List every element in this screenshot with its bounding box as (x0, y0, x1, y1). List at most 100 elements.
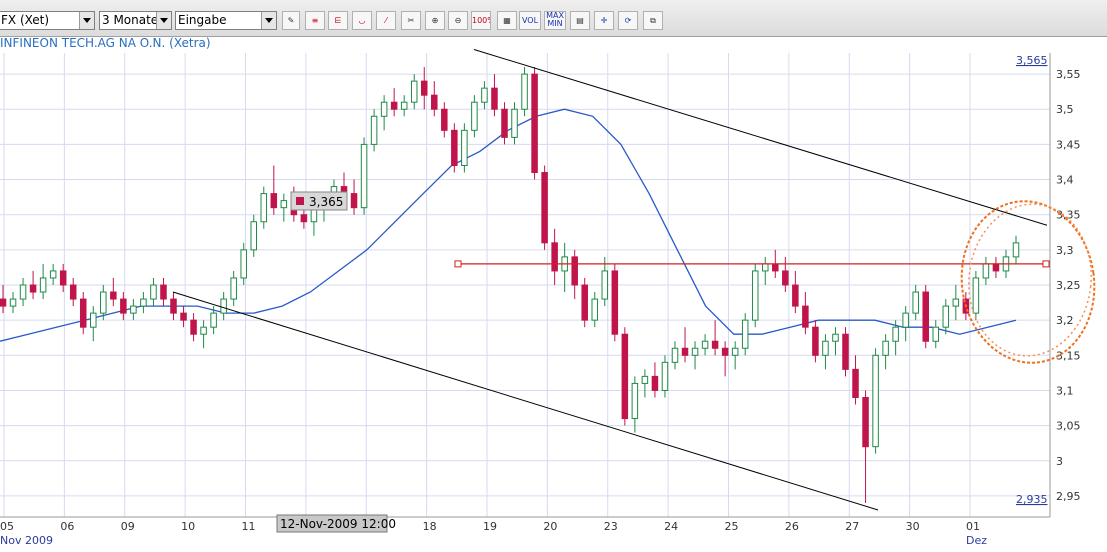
zoom-out-icon[interactable]: ⊖ (448, 11, 468, 30)
fib-arc-icon[interactable]: ◡ (352, 11, 372, 30)
candle-body (380, 101, 388, 117)
x-tick-label: 09 (121, 520, 135, 533)
cursor-date-label: 12-Nov-2009 12:00 (280, 517, 396, 531)
candle-body (210, 312, 217, 328)
candle (581, 277, 588, 328)
x-tick-label: 05 (0, 520, 14, 533)
min-label: MIN (547, 19, 563, 28)
candle-body (862, 396, 869, 448)
x-tick-label: 01 (966, 520, 980, 533)
candle-body (160, 284, 167, 300)
x-tick-label: 26 (785, 520, 799, 533)
candle-body (400, 101, 408, 110)
candle-body (370, 115, 378, 145)
candle-body (69, 284, 77, 300)
candle-body (260, 193, 268, 223)
candle-body (731, 347, 739, 356)
candle-body (842, 333, 849, 370)
cross-icon[interactable]: ✂ (401, 11, 421, 30)
candle-body (812, 326, 819, 356)
fib-time-icon[interactable]: ⁄ (376, 11, 396, 30)
stock-chart[interactable]: INFINEON TECH.AG NA O.N. (Xetra) 2,95 3 3,… (0, 36, 1107, 552)
candle-body (822, 340, 829, 356)
y-tick-label: 3,3 (1056, 244, 1074, 257)
candle-body (882, 340, 889, 356)
mode-select-value: Eingabe (178, 13, 227, 27)
candle-body (39, 277, 47, 293)
chart-title: INFINEON TECH.AG NA O.N. (Xetra) (0, 36, 211, 50)
maxmin-icon[interactable]: MAX MIN (544, 11, 566, 30)
x-tick-label: 11 (242, 520, 256, 533)
candle-body (661, 361, 669, 391)
candle-body (501, 108, 508, 138)
candle-body (521, 73, 528, 110)
candle (621, 327, 629, 426)
candle-body (772, 263, 779, 272)
candle-body (621, 333, 629, 420)
pencil-icon[interactable]: ✎ (282, 11, 300, 30)
candle-body (892, 326, 899, 342)
candle-body (751, 270, 759, 321)
candle-body (390, 101, 398, 110)
candle-body (240, 249, 247, 279)
candle-body (681, 347, 689, 356)
x-tick-label: 10 (181, 520, 195, 533)
candle-body (49, 270, 57, 279)
candle-body (872, 354, 879, 448)
candle-body (1012, 242, 1020, 258)
candle-body (280, 200, 288, 209)
volume-icon[interactable]: VOL (519, 11, 541, 30)
candle-body (922, 291, 929, 342)
cursor-value-tooltip: 3,365 (290, 191, 348, 211)
candle-body (300, 214, 308, 223)
candle-body (832, 333, 839, 342)
candle-body (761, 263, 769, 272)
toolbar: FX (Xet) 3 Monate Eingabe ✎ ≡ ⋿ ◡ ⁄ ✂ ⊕ … (0, 0, 1107, 37)
candle-body (461, 129, 468, 166)
zoom-100-icon[interactable]: 100% (471, 11, 491, 30)
candle-body (711, 340, 719, 349)
candle (461, 123, 468, 173)
y-tick-label: 3,4 (1056, 174, 1074, 187)
candle-body (350, 193, 358, 209)
candle-body (360, 143, 368, 209)
candle-body (420, 80, 428, 96)
fib-lines-icon[interactable]: ≡ (305, 11, 325, 30)
y-tick-label: 3,1 (1056, 384, 1074, 397)
y-tick-label: 3,2 (1056, 314, 1074, 327)
candle-body (701, 340, 709, 349)
note-icon[interactable]: ▤ (570, 11, 590, 30)
cursor-date-tooltip: 12-Nov-2009 12:00 (276, 514, 396, 533)
mode-select[interactable]: Eingabe (175, 11, 277, 30)
refresh-icon[interactable]: ⟳ (618, 11, 638, 30)
candle-body (59, 270, 67, 286)
zoom-in-icon[interactable]: ⊕ (425, 11, 445, 30)
candle-body (29, 284, 37, 293)
candle-body (721, 347, 729, 356)
fib-fan-icon[interactable]: ⋿ (328, 11, 348, 30)
crosshair-icon[interactable]: ✛ (594, 11, 614, 30)
y-tick-label: 3 (1056, 455, 1063, 468)
candle-body (531, 73, 538, 174)
candle (872, 348, 879, 454)
candle-body (952, 298, 960, 307)
grid-icon[interactable]: ▦ (497, 11, 517, 30)
period-select[interactable]: 3 Monate (99, 11, 172, 30)
x-tick-label: 06 (60, 520, 74, 533)
symbol-select[interactable]: FX (Xet) (0, 11, 95, 30)
candle-body (792, 284, 799, 307)
candle-body (551, 242, 558, 272)
candle-body (541, 172, 548, 244)
support-line-handle (454, 260, 462, 268)
candle-body (481, 87, 488, 103)
x-sub-label: Dez (966, 534, 987, 547)
export-icon[interactable]: ⧉ (643, 11, 663, 30)
symbol-select-value: FX (Xet) (1, 13, 50, 27)
chevron-down-icon (156, 12, 171, 29)
candle (360, 137, 368, 215)
candle-body (782, 270, 789, 286)
candle-body (581, 284, 588, 321)
candle-body (491, 87, 498, 110)
candle-body (902, 312, 909, 328)
candle-body (140, 298, 147, 307)
